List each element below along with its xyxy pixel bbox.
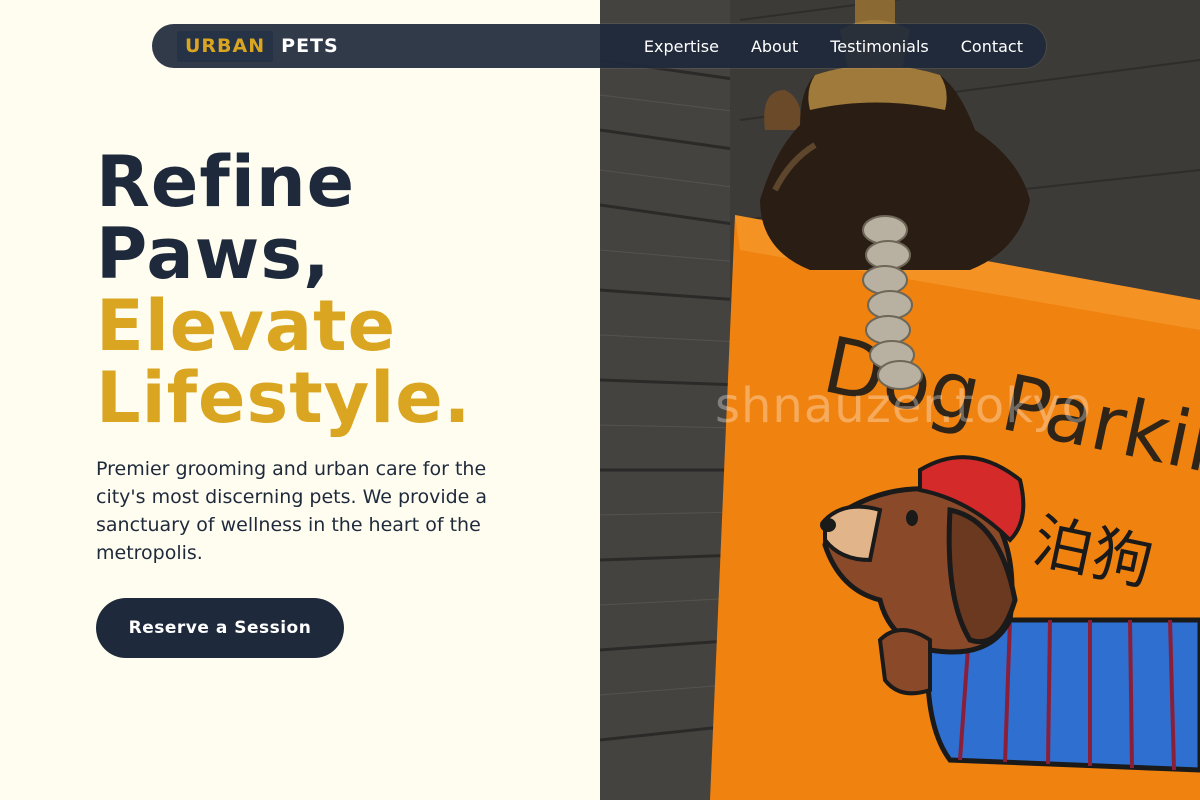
hero-title-line-1: Refine (96, 141, 356, 223)
nav-link-contact[interactable]: Contact (961, 37, 1023, 56)
nav-links: Expertise About Testimonials Contact (644, 24, 1023, 68)
hero-title-line-4: Lifestyle. (96, 357, 472, 439)
top-navbar: URBAN PETS Expertise About Testimonials … (152, 24, 1046, 68)
brand-urban-label: URBAN (177, 31, 274, 62)
nav-link-about[interactable]: About (751, 37, 798, 56)
hero-title-line-2: Paws, (96, 213, 331, 295)
hero-image: Dog Parkin 泊狗 (600, 0, 1200, 800)
hero-description: Premier grooming and urban care for the … (96, 458, 488, 564)
nav-link-testimonials[interactable]: Testimonials (830, 37, 929, 56)
reserve-session-button[interactable]: Reserve a Session (96, 598, 344, 658)
brand-logo[interactable]: URBAN PETS (177, 31, 339, 62)
hero-title: Refine Paws, Elevate Lifestyle. (96, 146, 471, 434)
nav-link-expertise[interactable]: Expertise (644, 37, 719, 56)
hero-title-line-3: Elevate (96, 285, 397, 367)
brand-pets-label: PETS (281, 35, 339, 57)
image-watermark: shnauzer.tokyo (715, 378, 1093, 434)
